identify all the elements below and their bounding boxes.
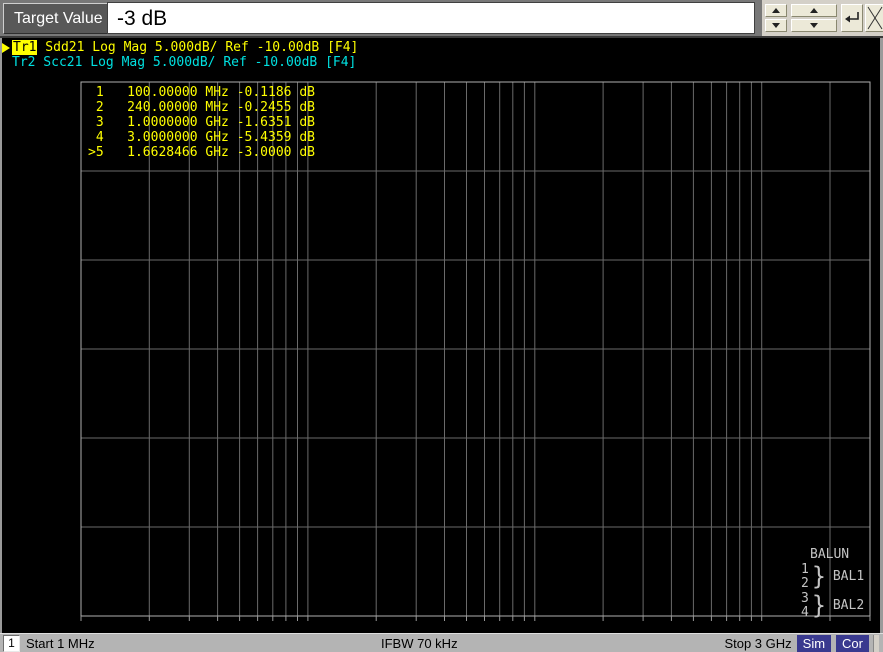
balun-group-1: 1 2 } BAL1 <box>801 562 864 591</box>
trace2-info[interactable]: Tr2 Scc21 Log Mag 5.000dB/ Ref -10.00dB … <box>12 55 356 70</box>
sim-badge: Sim <box>796 634 832 652</box>
trace1-id: Tr1 <box>12 40 38 55</box>
brace-icon: } <box>812 591 826 620</box>
balun-title: BALUN <box>810 547 850 562</box>
trace1-info[interactable]: Tr1 Sdd21 Log Mag 5.000dB/ Ref -10.00dB … <box>2 40 358 55</box>
balun-legend: BALUN 1 2 } BAL1 3 4 } BAL2 <box>801 547 864 620</box>
window-left-edge <box>0 38 2 652</box>
up-arrow-icon <box>772 8 780 13</box>
marker-table-row: 2 240.00000 MHz -0.2455 dB <box>88 100 315 115</box>
active-trace-arrow-icon <box>2 42 10 53</box>
spin-up-small-button[interactable] <box>765 4 787 17</box>
marker-table-row: >5 1.6628466 GHz -3.0000 dB <box>88 145 315 160</box>
spin-down-small-button[interactable] <box>765 19 787 32</box>
trace2-desc: Scc21 Log Mag 5.000dB/ Ref -10.00dB [F4] <box>35 55 357 70</box>
up-arrow-icon <box>810 8 818 13</box>
marker-table-row: 3 1.0000000 GHz -1.6351 dB <box>88 115 315 130</box>
balun1-label: BAL1 <box>832 569 865 584</box>
status-bar: 1 Start 1 MHz IFBW 70 kHz Stop 3 GHz Sim… <box>0 633 883 652</box>
ifbw-readout: IFBW 70 kHz <box>381 635 458 651</box>
vna-window: Target Value -3 dB Tr1 Sdd21 Log Mag 5.0… <box>0 0 883 652</box>
spin-up-large-button[interactable] <box>791 4 837 17</box>
down-arrow-icon <box>810 23 818 28</box>
titlebar-control-panel <box>762 0 883 36</box>
balun-group-2: 3 4 } BAL2 <box>801 591 864 620</box>
target-value-label: Target Value <box>3 3 114 34</box>
return-arrow-icon <box>845 12 859 23</box>
balun1-ports: 1 2 <box>801 561 809 591</box>
spin-down-large-button[interactable] <box>791 19 837 32</box>
brace-icon: } <box>812 562 826 591</box>
down-arrow-icon <box>772 23 780 28</box>
start-frequency: Start 1 MHz <box>26 635 95 651</box>
balun2-label: BAL2 <box>832 598 865 613</box>
close-x-icon <box>867 6 883 30</box>
close-button[interactable] <box>865 4 883 32</box>
trace1-desc: Sdd21 Log Mag 5.000dB/ Ref -10.00dB [F4] <box>37 40 359 55</box>
enter-button[interactable] <box>841 4 863 32</box>
marker-table-row: 1 100.00000 MHz -0.1186 dB <box>88 85 315 100</box>
marker-table-row: 4 3.0000000 GHz -5.4359 dB <box>88 130 315 145</box>
stop-frequency: Stop 3 GHz <box>724 635 792 651</box>
resize-handle[interactable] <box>873 634 879 652</box>
target-value-titlebar: Target Value -3 dB <box>0 0 883 38</box>
cor-badge: Cor <box>836 634 869 652</box>
balun2-ports: 3 4 <box>801 590 809 620</box>
marker-table: 1 100.00000 MHz -0.1186 dB 2 240.00000 M… <box>88 85 315 160</box>
trace2-id: Tr2 <box>12 55 36 70</box>
channel-number: 1 <box>3 634 20 652</box>
target-value-input[interactable]: -3 dB <box>107 2 755 34</box>
